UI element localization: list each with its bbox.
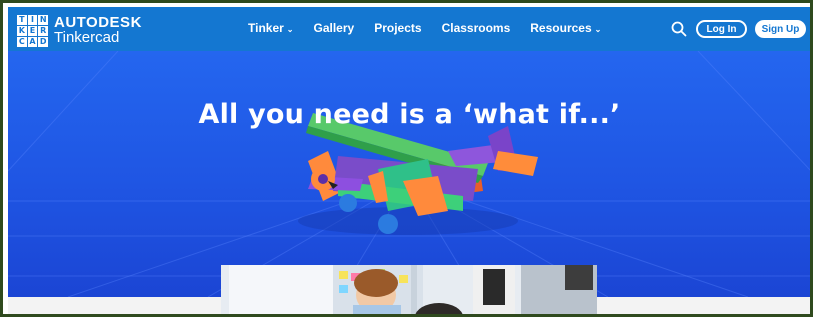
- chevron-down-icon: ⌄: [286, 25, 294, 34]
- hero-headline: All you need is a ‘what if...’: [198, 99, 621, 130]
- nav-item-projects[interactable]: Projects: [374, 21, 421, 35]
- brand-company: AUTODESK: [54, 14, 142, 31]
- page-frame: T I N K E R C A D AUTODESK Tinkercad Tin…: [0, 0, 813, 317]
- logo-letter: T: [17, 15, 27, 25]
- airplane-illustration: [298, 113, 538, 235]
- login-button[interactable]: Log In: [696, 20, 747, 38]
- hero-banner: All you need is a ‘what if...’: [8, 51, 810, 297]
- classroom-photo-image: [221, 265, 597, 314]
- logo-letter: C: [17, 37, 27, 47]
- search-icon[interactable]: [670, 20, 688, 38]
- nav-item-label: Gallery: [313, 21, 355, 35]
- main-menu: Tinker ⌄ Gallery Projects Classrooms Reso…: [248, 21, 621, 35]
- logo-letter: E: [27, 26, 38, 36]
- logo-letter: A: [27, 37, 38, 47]
- nav-item-tinker[interactable]: Tinker ⌄: [248, 21, 294, 35]
- brand-product: Tinkercad: [54, 29, 120, 46]
- logo-letter: D: [38, 37, 48, 47]
- nav-item-label: Resources: [530, 21, 592, 35]
- tinkercad-logo-icon[interactable]: T I N K E R C A D: [17, 15, 48, 47]
- nav-item-resources[interactable]: Resources ⌄: [530, 21, 601, 35]
- logo-letter: K: [17, 26, 27, 36]
- nav-item-label: Tinker: [248, 21, 284, 35]
- nav-item-label: Classrooms: [441, 21, 511, 35]
- nav-item-label: Projects: [374, 21, 422, 35]
- classroom-photo: [221, 265, 597, 314]
- nav-item-classrooms[interactable]: Classrooms: [442, 21, 511, 35]
- chevron-down-icon: ⌄: [594, 25, 602, 34]
- logo-letter: I: [27, 15, 38, 25]
- nav-item-gallery[interactable]: Gallery: [314, 21, 355, 35]
- brand-name[interactable]: AUTODESK Tinkercad: [54, 15, 142, 45]
- top-navbar: T I N K E R C A D AUTODESK Tinkercad Tin…: [8, 7, 810, 51]
- logo-letter: R: [38, 26, 48, 36]
- signup-button[interactable]: Sign Up: [755, 20, 806, 38]
- logo-letter: N: [38, 15, 48, 25]
